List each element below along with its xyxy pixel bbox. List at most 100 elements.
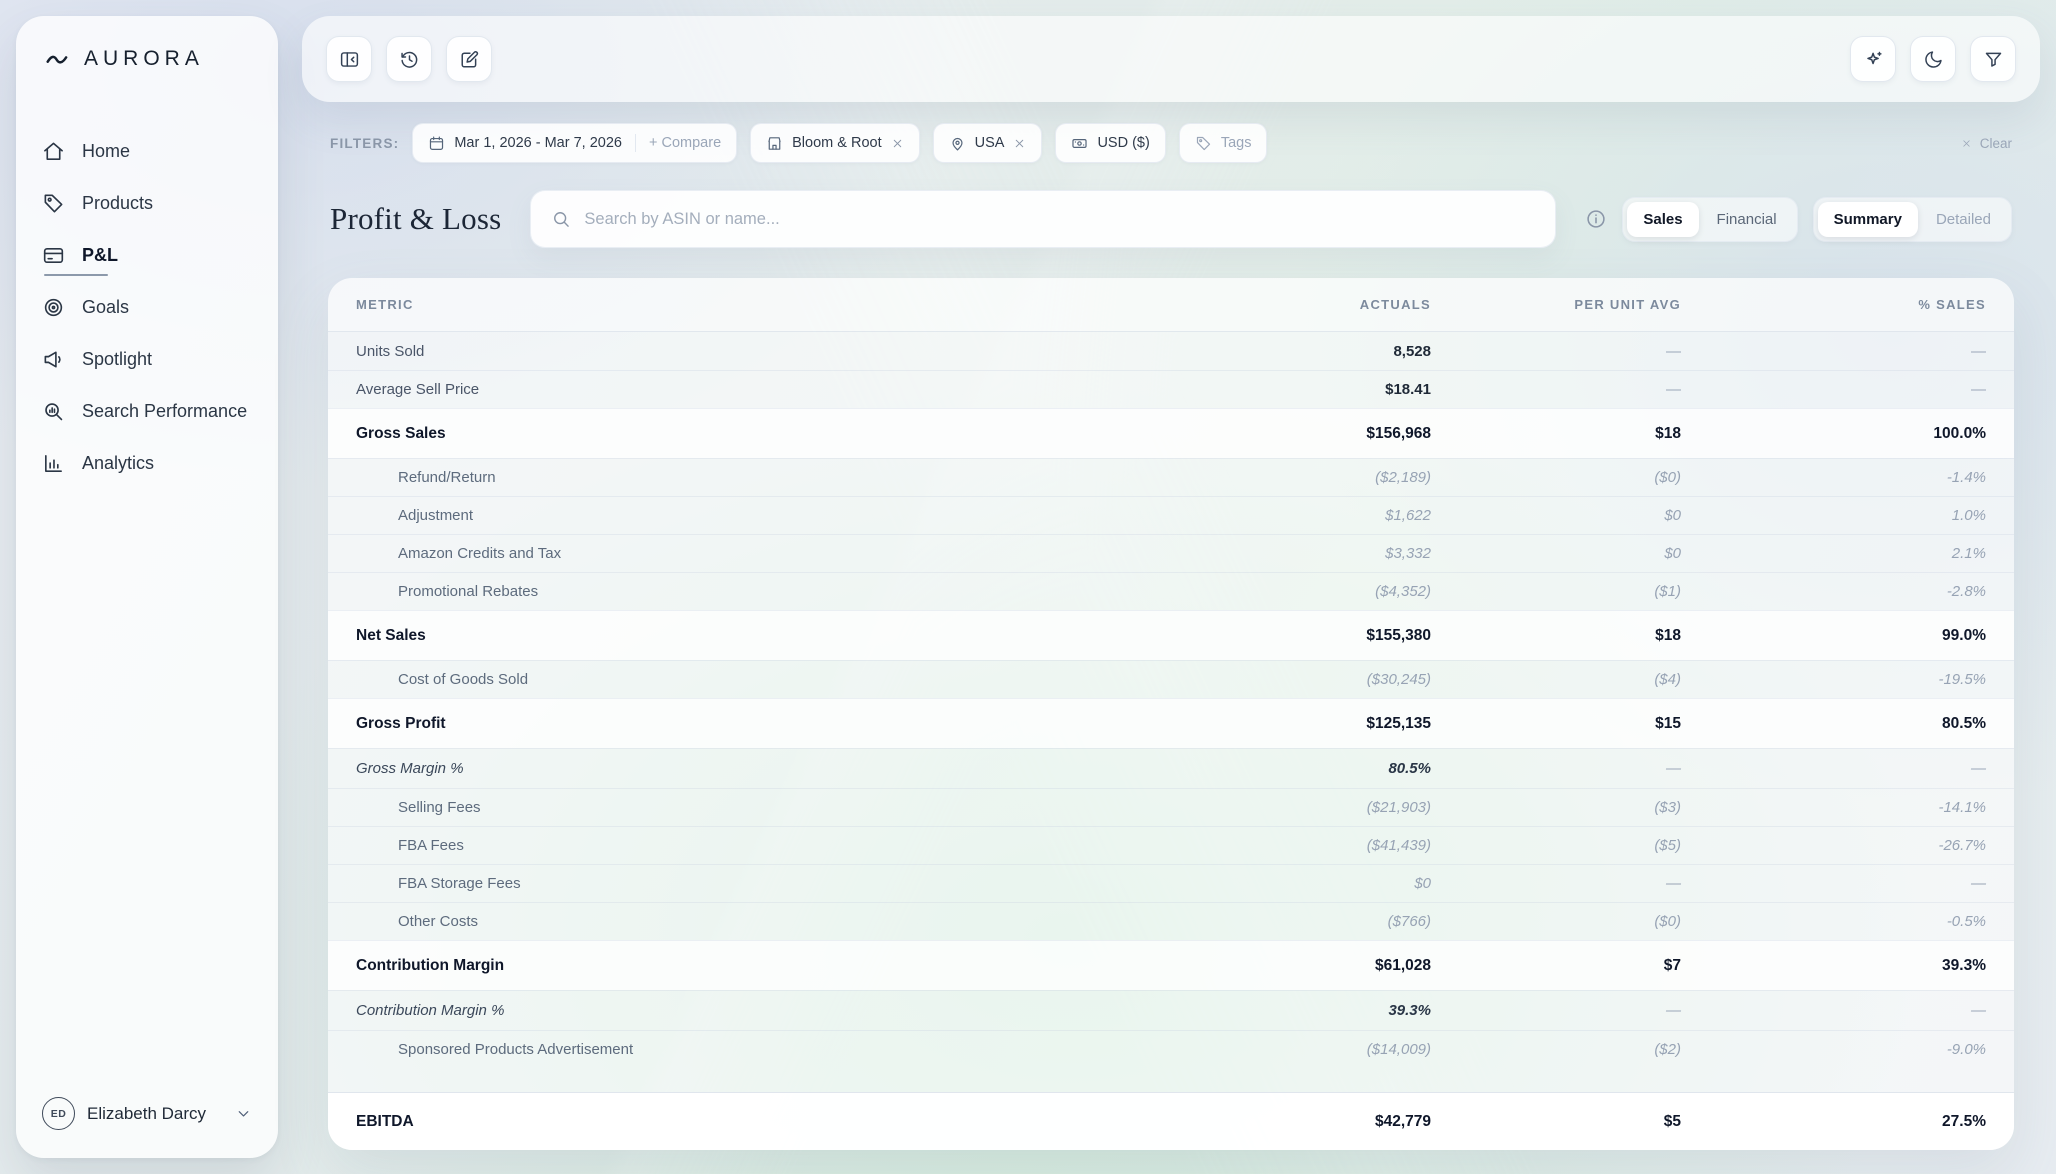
compose-button[interactable]	[446, 36, 492, 82]
chip-label: Tags	[1221, 135, 1252, 151]
history-button[interactable]	[386, 36, 432, 82]
metric-cell: Other Costs	[356, 913, 1181, 930]
search-input[interactable]	[584, 210, 1535, 229]
compare-button[interactable]: + Compare	[649, 135, 721, 151]
automation-button[interactable]	[1850, 36, 1896, 82]
banknote-icon	[1071, 135, 1088, 152]
filter-chip-tags[interactable]: Tags	[1179, 123, 1268, 163]
pct-sales-cell: -1.4%	[1681, 469, 1986, 486]
sidebar-item-label: Goals	[82, 297, 129, 318]
pnl-table: METRIC ACTUALS PER UNIT AVG % SALES Unit…	[328, 278, 2014, 1150]
sidebar-item-goals[interactable]: Goals	[42, 286, 252, 328]
per-unit-cell: —	[1431, 381, 1681, 398]
pct-sales-cell: 100.0%	[1681, 425, 1986, 443]
main-area: FILTERS: Mar 1, 2026 - Mar 7, 2026 + Com…	[302, 16, 2040, 1150]
filter-button[interactable]	[1970, 36, 2016, 82]
collapse-sidebar-button[interactable]	[326, 36, 372, 82]
per-unit-cell: ($1)	[1431, 583, 1681, 600]
table-row: Contribution Margin %39.3%——	[328, 990, 2014, 1030]
sparkles-icon	[1863, 49, 1884, 70]
top-toolbar	[302, 16, 2040, 102]
pct-sales-cell: -19.5%	[1681, 671, 1986, 688]
metric-cell: Sponsored Products Advertisement	[356, 1041, 1181, 1058]
metric-cell: Promotional Rebates	[356, 583, 1181, 600]
sidebar-nav: Home Products P&L Goals Spotlight Search Perf…	[42, 130, 252, 484]
date-range-value: Mar 1, 2026 - Mar 7, 2026	[454, 135, 622, 151]
sidebar-item-label: Home	[82, 141, 130, 162]
date-range-chip[interactable]: Mar 1, 2026 - Mar 7, 2026 + Compare	[412, 123, 737, 163]
actuals-cell: $3,332	[1181, 545, 1431, 562]
per-unit-cell: ($4)	[1431, 671, 1681, 688]
actuals-cell: ($4,352)	[1181, 583, 1431, 600]
pct-sales-cell: 2.1%	[1681, 545, 1986, 562]
remove-chip-icon[interactable]	[891, 137, 904, 150]
sidebar-item-products[interactable]: Products	[42, 182, 252, 224]
chevron-down-icon[interactable]	[235, 1105, 252, 1122]
toggle-summary[interactable]: Summary	[1818, 202, 1918, 237]
actuals-cell: ($41,439)	[1181, 837, 1431, 854]
per-unit-cell: —	[1431, 760, 1681, 777]
metric-cell: Cost of Goods Sold	[356, 671, 1181, 688]
sidebar-item-spotlight[interactable]: Spotlight	[42, 338, 252, 380]
search-chart-icon	[42, 400, 65, 423]
credit-card-icon	[42, 244, 65, 267]
pct-sales-cell: —	[1681, 343, 1986, 360]
table-row: EBITDA$42,779$527.5%	[328, 1092, 2014, 1150]
toggle-financial[interactable]: Financial	[1701, 202, 1793, 237]
search-icon	[551, 209, 571, 229]
brand-name: AURORA	[84, 47, 204, 71]
sidebar-item-label: Products	[82, 193, 153, 214]
view-toggle: Sales Financial	[1622, 197, 1797, 242]
table-row: Refund/Return($2,189)($0)-1.4%	[328, 458, 2014, 496]
sidebar: AURORA Home Products P&L Goals Spotlight Sear…	[16, 16, 278, 1158]
sidebar-item-search-performance[interactable]: Search Performance	[42, 390, 252, 432]
remove-chip-icon[interactable]	[1013, 137, 1026, 150]
pct-sales-cell: 1.0%	[1681, 507, 1986, 524]
pct-sales-cell: 39.3%	[1681, 957, 1986, 975]
sidebar-item-p-l[interactable]: P&L	[42, 234, 252, 276]
megaphone-icon	[42, 348, 65, 371]
per-unit-cell: —	[1431, 343, 1681, 360]
sidebar-item-home[interactable]: Home	[42, 130, 252, 172]
actuals-cell: $155,380	[1181, 627, 1431, 645]
filter-chip-usa[interactable]: USA	[933, 123, 1043, 163]
search-bar[interactable]	[530, 190, 1556, 248]
per-unit-cell: $0	[1431, 545, 1681, 562]
table-row: FBA Fees($41,439)($5)-26.7%	[328, 826, 2014, 864]
table-body: Units Sold8,528——Average Sell Price$18.4…	[328, 332, 2014, 1150]
pct-sales-cell: —	[1681, 381, 1986, 398]
pct-sales-cell: -26.7%	[1681, 837, 1986, 854]
avatar: ED	[42, 1097, 75, 1130]
table-row: Units Sold8,528——	[328, 332, 2014, 370]
table-row: Cost of Goods Sold($30,245)($4)-19.5%	[328, 660, 2014, 698]
metric-cell: Average Sell Price	[356, 381, 1181, 398]
sidebar-item-analytics[interactable]: Analytics	[42, 442, 252, 484]
clear-filters-button[interactable]: Clear	[1961, 136, 2012, 151]
info-icon[interactable]	[1585, 208, 1607, 230]
toggle-detailed[interactable]: Detailed	[1920, 202, 2007, 237]
header-actuals: ACTUALS	[1181, 297, 1431, 312]
metric-cell: Net Sales	[356, 627, 1181, 645]
metric-cell: EBITDA	[356, 1113, 1181, 1131]
table-row: Other Costs($766)($0)-0.5%	[328, 902, 2014, 940]
bar-chart-icon	[42, 452, 65, 475]
table-header-row: METRIC ACTUALS PER UNIT AVG % SALES	[328, 278, 2014, 332]
actuals-cell: $1,622	[1181, 507, 1431, 524]
toolbar-left-group	[326, 36, 492, 82]
per-unit-cell: ($0)	[1431, 913, 1681, 930]
actuals-cell: $61,028	[1181, 957, 1431, 975]
actuals-cell: 8,528	[1181, 343, 1431, 360]
price-tag-icon	[42, 192, 65, 215]
per-unit-cell: $5	[1431, 1113, 1681, 1131]
mode-toggle: Summary Detailed	[1813, 197, 2012, 242]
toggle-sales[interactable]: Sales	[1627, 202, 1698, 237]
store-icon	[766, 135, 783, 152]
moon-icon	[1923, 49, 1944, 70]
theme-button[interactable]	[1910, 36, 1956, 82]
user-menu[interactable]: ED Elizabeth Darcy	[42, 1097, 252, 1130]
table-row: Adjustment$1,622$01.0%	[328, 496, 2014, 534]
metric-cell: Contribution Margin	[356, 957, 1181, 975]
target-icon	[42, 296, 65, 319]
filter-chip-usd[interactable]: USD ($)	[1055, 123, 1165, 163]
filter-chip-bloom-root[interactable]: Bloom & Root	[750, 123, 919, 163]
